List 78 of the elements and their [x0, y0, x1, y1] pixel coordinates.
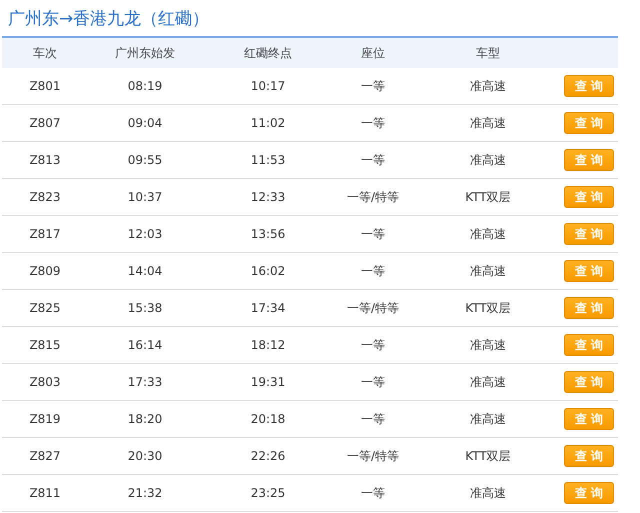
table-cell-text: 23:25: [250, 486, 286, 500]
query-button[interactable]: 查 询: [564, 223, 614, 245]
table-cell-text: Z803: [28, 375, 62, 389]
table-cell-text: 准高速: [469, 374, 507, 390]
table-cell-text: 一等: [360, 484, 386, 502]
table-cell-text: Z807: [28, 116, 62, 130]
table-cell-text: 一等: [360, 374, 386, 390]
query-button[interactable]: 查 询: [564, 408, 614, 430]
table-cell-text: 19:31: [250, 375, 286, 389]
table-cell-text: 一等: [360, 336, 386, 354]
column-header: 红磡终点: [243, 44, 293, 62]
table-cell-text: 20:30: [126, 449, 164, 463]
table-cell-text: Z801: [28, 79, 62, 93]
column-header: 车次: [32, 44, 58, 62]
table-cell-text: 准高速: [469, 78, 507, 94]
table-cell-text: 一等: [360, 78, 386, 94]
table-cell-text: 一等: [360, 226, 386, 242]
table-cell-text: 一等: [360, 262, 386, 280]
table-cell-text: 20:18: [250, 412, 286, 426]
table-cell-text: 12:03: [126, 227, 164, 241]
query-button[interactable]: 查 询: [564, 482, 614, 504]
query-button[interactable]: 查 询: [564, 297, 614, 319]
query-button[interactable]: 查 询: [564, 112, 614, 134]
table-cell-text: 准高速: [469, 152, 507, 168]
column-header: 广州东始发: [114, 44, 176, 62]
query-button[interactable]: 查 询: [564, 260, 614, 282]
table-cell-text: Z825: [28, 301, 62, 315]
table-cell-text: 一等: [360, 114, 386, 132]
table-cell-text: 一等/特等: [346, 300, 400, 316]
query-button[interactable]: 查 询: [564, 371, 614, 393]
table-cell-text: 10:17: [250, 79, 286, 93]
table-cell-text: 一等: [360, 410, 386, 428]
table-cell-text: 08:19: [126, 79, 164, 93]
query-button[interactable]: 查 询: [564, 149, 614, 171]
table-cell-text: 11:02: [250, 116, 286, 130]
table-cell-text: 准高速: [469, 484, 507, 502]
table-cell-text: Z815: [28, 338, 62, 352]
table-cell-text: 17:33: [126, 375, 164, 389]
table-cell-text: 09:04: [126, 116, 164, 130]
table-cell-text: KTT双层: [464, 300, 512, 316]
table-cell-text: 18:20: [126, 412, 164, 426]
table-cell-text: Z811: [28, 486, 62, 500]
table-cell-text: 14:04: [126, 264, 164, 278]
table-cell-text: KTT双层: [464, 448, 512, 464]
table-cell-text: 21:32: [126, 486, 164, 500]
table-cell-text: 16:02: [250, 264, 286, 278]
column-header: 座位: [360, 44, 386, 62]
table-cell-text: 11:53: [250, 153, 286, 167]
table-cell-text: 准高速: [469, 262, 507, 280]
table-cell-text: Z813: [28, 153, 62, 167]
table-cell-text: 准高速: [469, 226, 507, 242]
query-button[interactable]: 查 询: [564, 186, 614, 208]
table-cell-text: KTT双层: [464, 188, 512, 206]
table-cell-text: 一等/特等: [346, 448, 400, 464]
column-header: 车型: [475, 44, 501, 62]
table-cell-text: 09:55: [126, 153, 164, 167]
table-cell-text: Z819: [28, 412, 62, 426]
table-cell-text: 12:33: [250, 190, 286, 204]
table-cell-text: Z809: [28, 264, 62, 278]
table-cell-text: 准高速: [469, 336, 507, 354]
table-cell-text: 准高速: [469, 114, 507, 132]
table-cell-text: Z827: [28, 449, 62, 463]
table-cell-text: Z817: [28, 227, 62, 241]
table-cell-text: 18:12: [250, 338, 286, 352]
table-cell-text: 一等/特等: [346, 188, 400, 206]
table-cell-text: 13:56: [250, 227, 286, 241]
table-cell-text: Z823: [28, 190, 62, 204]
table-cell-text: 16:14: [126, 338, 164, 352]
table-cell-text: 15:38: [126, 301, 164, 315]
query-button[interactable]: 查 询: [564, 75, 614, 97]
query-button[interactable]: 查 询: [564, 334, 614, 356]
table-cell-text: 10:37: [126, 190, 164, 204]
table-cell-text: 17:34: [250, 301, 286, 315]
table-cell-text: 22:26: [250, 449, 286, 463]
table-cell-text: 一等: [360, 152, 386, 168]
page-title: 广州东→香港九龙（红磡）: [7, 8, 210, 31]
table-cell-text: 准高速: [469, 410, 507, 428]
query-button[interactable]: 查 询: [564, 445, 614, 467]
